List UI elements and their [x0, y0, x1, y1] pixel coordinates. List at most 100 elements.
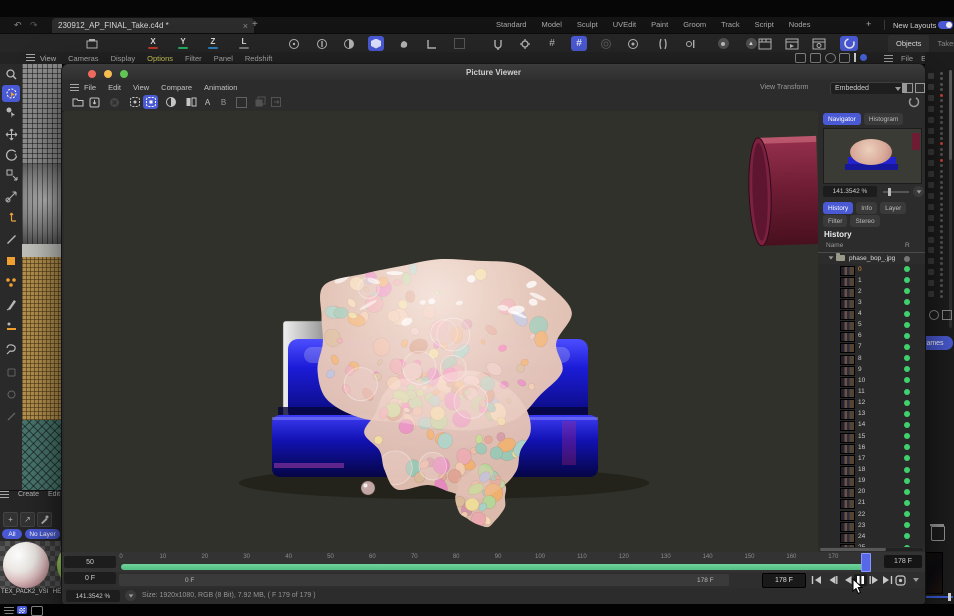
sculpt-blob-icon[interactable] — [396, 36, 412, 51]
redo-icon[interactable]: ↷ — [30, 20, 38, 31]
export-icon[interactable] — [268, 95, 283, 109]
center-icon[interactable] — [625, 36, 641, 51]
frame-rendered-dot[interactable] — [904, 511, 910, 517]
frame-rendered-dot[interactable] — [904, 467, 910, 473]
record-target-icon[interactable] — [929, 310, 939, 320]
points-mode-icon[interactable] — [2, 274, 20, 291]
goto-start-button[interactable] — [810, 574, 823, 586]
layout-menu-item[interactable]: UVEdit — [613, 20, 636, 29]
ab-split-icon[interactable] — [234, 95, 249, 109]
preview-range-bar[interactable]: 0 F 178 F — [119, 574, 729, 586]
layout-menu-item[interactable]: Nodes — [789, 20, 811, 29]
start-frame-field[interactable]: 0 F — [64, 572, 116, 584]
history-frame-row[interactable]: 16 — [818, 442, 925, 453]
viewport-menu-item[interactable]: Options — [147, 54, 173, 63]
tool-settings-icon[interactable] — [683, 36, 699, 51]
render-region-icon[interactable] — [286, 36, 302, 51]
frame-rendered-dot[interactable] — [904, 500, 910, 506]
pv-menu-item[interactable]: Animation — [204, 83, 237, 92]
navigator-tab[interactable]: Histogram — [864, 113, 904, 125]
history-horizontal-scrollbar[interactable] — [820, 548, 923, 551]
viewport-hamburger-icon[interactable] — [26, 54, 35, 61]
pv-menu-item[interactable]: File — [84, 83, 96, 92]
frame-rendered-dot[interactable] — [904, 333, 910, 339]
live-selection-tool-icon[interactable] — [2, 85, 20, 102]
frame-rendered-dot[interactable] — [904, 311, 910, 317]
pv-menu-item[interactable]: Compare — [161, 83, 192, 92]
history-frame-row[interactable]: 24 — [818, 531, 925, 542]
history-frame-row[interactable]: 1 — [818, 275, 925, 286]
frame-rendered-dot[interactable] — [904, 277, 910, 283]
contrast-icon[interactable] — [163, 95, 178, 109]
extra-tool3-icon[interactable] — [2, 408, 20, 425]
redshift-icon[interactable] — [840, 36, 858, 51]
history-frame-row[interactable]: 11 — [818, 387, 925, 398]
info-tab[interactable]: Info — [856, 202, 877, 214]
frame-rendered-dot[interactable] — [904, 422, 910, 428]
target-icon[interactable] — [598, 36, 614, 51]
render-to-pv-icon[interactable] — [784, 36, 800, 51]
status-zoom-dropdown[interactable] — [125, 590, 136, 601]
pan-hand-icon[interactable] — [795, 53, 806, 63]
status-zoom-field[interactable]: 141.3542 % — [66, 590, 120, 602]
document-tab[interactable]: 230912_AP_FINAL_Take.c4d * × — [52, 18, 254, 33]
frame-rendered-dot[interactable] — [904, 366, 910, 372]
lasso-tool-icon[interactable] — [2, 340, 20, 357]
history-frame-row[interactable]: 18 — [818, 465, 925, 476]
history-frame-row[interactable]: 19 — [818, 476, 925, 487]
render-canvas[interactable] — [64, 111, 818, 552]
objects-menu-file[interactable]: File — [901, 54, 913, 63]
compare-a-button[interactable]: A — [200, 95, 215, 109]
open-folder-icon[interactable] — [70, 95, 85, 109]
navigator-thumbnail[interactable] — [823, 128, 922, 184]
axis-y-button[interactable]: Y — [177, 37, 189, 46]
extra-tool-icon[interactable] — [2, 364, 20, 381]
history-frame-row[interactable]: 2 — [818, 286, 925, 297]
brush-tool-icon[interactable] — [2, 296, 20, 313]
frame-rendered-dot[interactable] — [904, 533, 910, 539]
half-shade-icon[interactable] — [341, 36, 357, 51]
find-tool-icon[interactable] — [2, 66, 20, 83]
frame-rendered-dot[interactable] — [904, 288, 910, 294]
snap-settings-icon[interactable] — [517, 36, 533, 51]
scale-tool-icon[interactable] — [2, 166, 20, 183]
pin-icon[interactable] — [810, 53, 821, 63]
viewport-menu-item[interactable]: Filter — [185, 54, 202, 63]
layers-icon[interactable] — [252, 95, 267, 109]
save-icon[interactable] — [87, 95, 102, 109]
edge-mode-icon[interactable] — [2, 318, 20, 335]
column-name[interactable]: Name — [826, 242, 843, 249]
frame-rendered-dot[interactable] — [904, 411, 910, 417]
history-folder-row[interactable]: phase_bop_.jpg — [818, 253, 925, 264]
layout-menu-item[interactable]: Model — [541, 20, 561, 29]
manager-tab[interactable]: Takes — [929, 35, 954, 53]
viewport-menu-item[interactable]: Display — [111, 54, 136, 63]
history-frame-row[interactable]: 15 — [818, 431, 925, 442]
loop-record-button[interactable] — [894, 574, 907, 586]
frame-rendered-dot[interactable] — [904, 489, 910, 495]
history-frame-row[interactable]: 8 — [818, 353, 925, 364]
frame-rendered-dot[interactable] — [904, 322, 910, 328]
history-frame-row[interactable]: 12 — [818, 398, 925, 409]
layout-menu-item[interactable]: Script — [755, 20, 774, 29]
navigator-zoom-field[interactable]: 141.3542 % — [823, 186, 877, 197]
frame-rendered-dot[interactable] — [904, 344, 910, 350]
history-frame-row[interactable]: 22 — [818, 509, 925, 520]
load-material-icon[interactable]: ↗ — [20, 512, 35, 527]
add-layout-button[interactable]: + — [866, 19, 871, 29]
info-tab[interactable]: Layer — [880, 202, 906, 214]
layout-menu-item[interactable]: Groom — [683, 20, 706, 29]
frame-rendered-dot[interactable] — [904, 299, 910, 305]
frame-rendered-dot[interactable] — [904, 478, 910, 484]
info-tab[interactable]: History — [823, 202, 853, 214]
frame-rendered-dot[interactable] — [904, 522, 910, 528]
material-hamburger-icon[interactable] — [0, 491, 9, 498]
cancel-render-icon[interactable] — [107, 95, 122, 109]
frame-rendered-dot[interactable] — [904, 444, 910, 450]
goto-end-button[interactable] — [881, 574, 894, 586]
rotate-tool-icon[interactable] — [2, 146, 20, 163]
camera-badge-icon[interactable] — [715, 36, 731, 51]
add-material-icon[interactable]: + — [3, 512, 18, 527]
navigator-zoom-slider[interactable] — [883, 191, 909, 193]
grid-view-icon[interactable] — [17, 606, 27, 614]
